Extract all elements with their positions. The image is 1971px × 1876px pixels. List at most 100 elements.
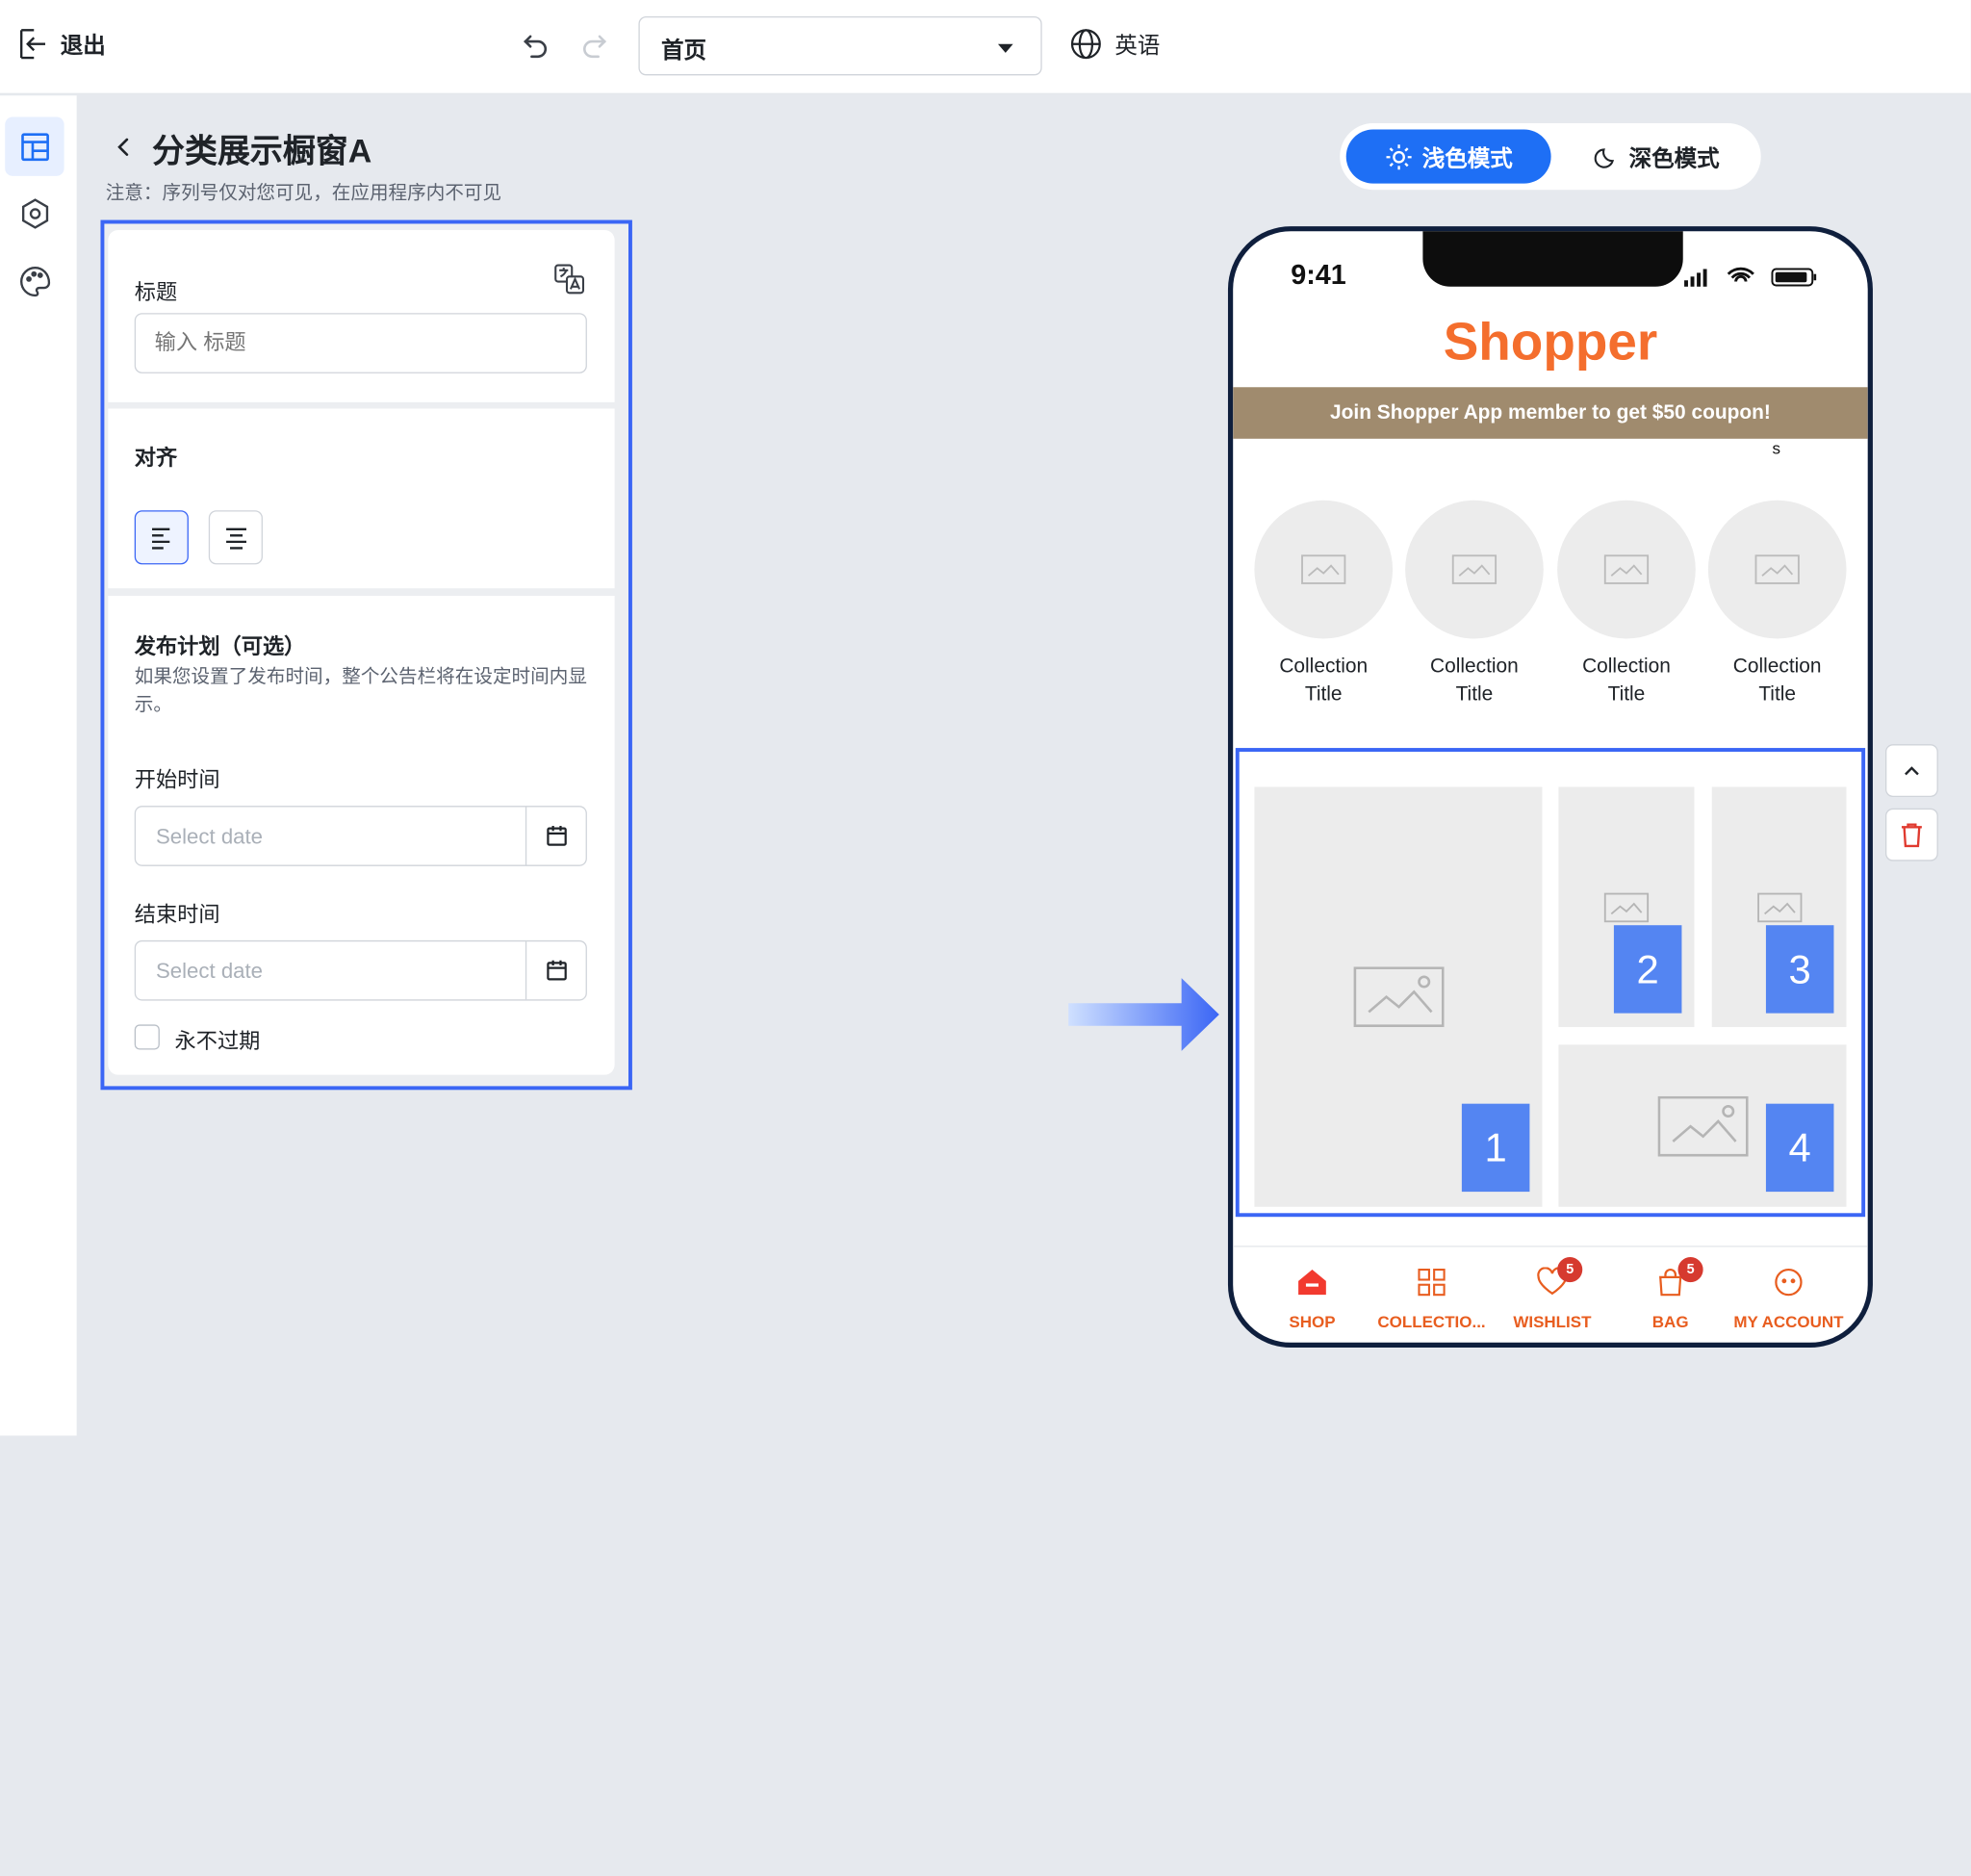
theme-toggle: 浅色模式 深色模式: [1340, 122, 1761, 191]
undo-icon[interactable]: [521, 30, 550, 60]
phone-notch: [1422, 231, 1683, 287]
tab-label: MY ACCOUNT: [1733, 1312, 1844, 1332]
promo-banner: Join Shopper App member to get $50 coupo…: [1233, 387, 1868, 439]
image-placeholder-icon: [1301, 554, 1346, 584]
collection-item[interactable]: Collection Title: [1556, 500, 1697, 709]
translate-icon[interactable]: [551, 262, 587, 297]
align-left-button[interactable]: [134, 510, 189, 565]
arrow-right-icon: [1068, 978, 1219, 1051]
exit-icon: [20, 29, 46, 60]
collection-title-line1: Collection: [1732, 655, 1822, 678]
language-label: 英语: [1114, 32, 1161, 59]
showcase-grid[interactable]: 1 2 3 4: [1235, 748, 1866, 1218]
redo-icon[interactable]: [579, 30, 609, 60]
collection-title-line2: Title: [1607, 683, 1646, 706]
page-select-value: 首页: [660, 38, 706, 64]
top-bar: 退出 首页 英语: [0, 0, 1971, 94]
editor-title: 分类展示橱窗A: [152, 132, 372, 170]
grid-icon: [1418, 1269, 1446, 1297]
tab-label: WISHLIST: [1513, 1312, 1592, 1332]
editor-note: 注意：序列号仅对您可见，在应用程序内不可见: [105, 182, 502, 204]
palette-icon: [19, 266, 50, 296]
exit-button[interactable]: 退出: [17, 28, 106, 61]
collection-title-line1: Collection: [1430, 655, 1519, 678]
schedule-description: 如果您设置了发布时间，整个公告栏将在设定时间内显示。: [134, 666, 587, 716]
rail-settings-button[interactable]: [5, 184, 64, 243]
never-expire-checkbox[interactable]: [134, 1024, 160, 1050]
tab-shop[interactable]: SHOP: [1249, 1265, 1375, 1331]
delete-button[interactable]: [1885, 808, 1938, 861]
showcase-tile[interactable]: 1: [1254, 786, 1543, 1207]
page-select[interactable]: 首页: [638, 15, 1042, 76]
trash-icon: [1901, 823, 1922, 848]
image-placeholder-icon: [1451, 554, 1497, 584]
title-input[interactable]: [134, 313, 587, 373]
tab-collections[interactable]: COLLECTIO...: [1369, 1265, 1495, 1331]
tile-number: 4: [1765, 1103, 1834, 1193]
layout-icon: [20, 132, 49, 161]
tab-my-account[interactable]: MY ACCOUNT: [1726, 1265, 1852, 1331]
tab-bag[interactable]: 5 BAG: [1607, 1257, 1733, 1332]
collection-item[interactable]: Collection Title: [1253, 500, 1394, 709]
start-calendar-button[interactable]: [525, 807, 586, 865]
title-section: 标题: [108, 229, 615, 402]
light-mode-button[interactable]: 浅色模式: [1345, 129, 1551, 184]
calendar-icon: [546, 826, 567, 846]
image-placeholder-icon: [1754, 554, 1800, 584]
image-placeholder-icon: [1603, 891, 1650, 922]
status-icons: [1684, 267, 1817, 287]
end-time-label: 结束时间: [134, 902, 220, 927]
moon-icon: [1594, 147, 1615, 168]
phone-preview: 9:41 Shopper Join Shopper App member to …: [1227, 226, 1873, 1349]
end-date-field[interactable]: Select date: [134, 939, 587, 1001]
image-placeholder-icon: [1756, 891, 1802, 922]
back-chevron-icon[interactable]: [111, 133, 136, 161]
image-placeholder-icon: [1603, 554, 1650, 584]
chevron-up-icon: [1905, 766, 1919, 776]
chevron-down-icon: [997, 43, 1013, 53]
language-button[interactable]: 英语: [1069, 28, 1160, 61]
tab-wishlist[interactable]: 5 WISHLIST: [1490, 1257, 1616, 1332]
bag-badge: 5: [1677, 1257, 1703, 1283]
dark-mode-label: 深色模式: [1628, 144, 1720, 170]
brand-logo: Shopper: [1443, 311, 1658, 372]
move-up-button[interactable]: [1885, 744, 1938, 798]
image-placeholder-icon: [1656, 1095, 1748, 1156]
stray-char: s: [1772, 438, 1780, 458]
tile-number: 3: [1765, 925, 1834, 1014]
collection-title-line1: Collection: [1279, 655, 1369, 678]
start-date-field[interactable]: Select date: [134, 806, 587, 866]
tab-label: SHOP: [1289, 1312, 1336, 1332]
light-mode-label: 浅色模式: [1421, 144, 1513, 170]
hexagon-settings-icon: [21, 197, 48, 229]
schedule-label: 发布计划（可选）: [134, 634, 306, 659]
rail-theme-button[interactable]: [5, 251, 64, 310]
tile-number: 1: [1461, 1103, 1530, 1193]
collection-item[interactable]: Collection Title: [1707, 500, 1848, 709]
collection-item[interactable]: Collection Title: [1404, 500, 1545, 709]
tile-number: 2: [1613, 925, 1682, 1014]
rail-layout-button[interactable]: [5, 116, 64, 176]
start-time-label: 开始时间: [134, 767, 220, 792]
end-date-placeholder: Select date: [155, 959, 264, 984]
account-icon: [1775, 1268, 1803, 1297]
left-rail: [0, 95, 77, 1436]
image-placeholder-icon: [1352, 966, 1444, 1028]
collection-title-line2: Title: [1758, 683, 1797, 706]
align-label: 对齐: [134, 446, 178, 471]
end-calendar-button[interactable]: [525, 941, 586, 1000]
showcase-tile[interactable]: 4: [1558, 1044, 1847, 1207]
collection-title-line1: Collection: [1582, 655, 1671, 678]
tab-label: COLLECTIO...: [1377, 1312, 1486, 1332]
align-center-icon: [225, 527, 246, 549]
showcase-tile[interactable]: 3: [1711, 786, 1847, 1028]
showcase-tile[interactable]: 2: [1558, 786, 1695, 1028]
tab-label: BAG: [1651, 1312, 1689, 1332]
title-label: 标题: [134, 280, 178, 305]
dark-mode-button[interactable]: 深色模式: [1556, 130, 1757, 184]
globe-icon: [1070, 29, 1101, 60]
align-center-button[interactable]: [208, 510, 263, 565]
sun-icon: [1385, 143, 1411, 169]
bottom-tab-bar: SHOP COLLECTIO... 5 WISHLIST 5 BAG MY AC…: [1233, 1246, 1868, 1343]
exit-label: 退出: [60, 32, 106, 59]
